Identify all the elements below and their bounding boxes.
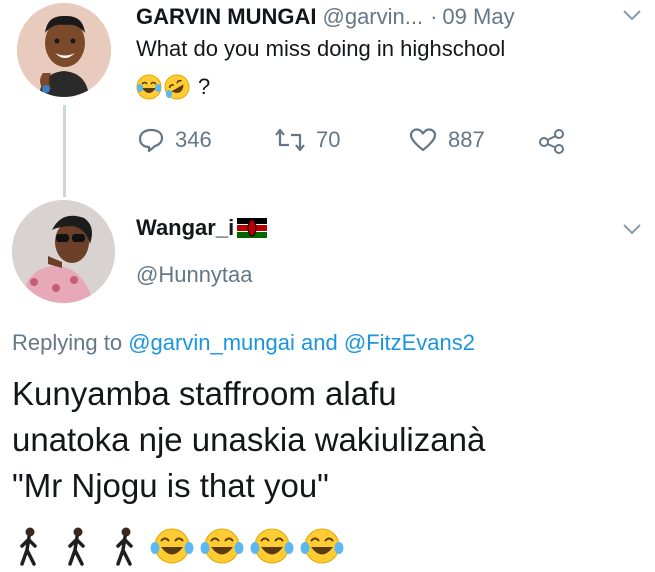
reply-header: Wangar_i bbox=[136, 215, 268, 241]
thread-connector-line bbox=[63, 105, 66, 197]
person-walking-icon bbox=[68, 527, 85, 566]
tweet-text: What do you miss doing in highschool bbox=[136, 36, 506, 61]
retweet-icon bbox=[275, 128, 305, 152]
face-with-tears-of-joy-icon bbox=[136, 74, 162, 100]
person-walking-icon bbox=[20, 527, 37, 566]
heart-icon bbox=[409, 128, 437, 152]
profile-photo-icon bbox=[12, 200, 115, 303]
face-with-tears-of-joy-icon bbox=[200, 528, 244, 564]
tweet-author-handle[interactable]: @garvin... bbox=[323, 4, 424, 30]
face-with-tears-of-joy-icon bbox=[300, 528, 344, 564]
like-count: 887 bbox=[448, 127, 485, 152]
mention-link-fitzevans[interactable]: @FitzEvans2 bbox=[344, 330, 475, 355]
reply-text-line-1: Kunyamba staffroom alafu bbox=[12, 375, 397, 412]
retweet-count: 70 bbox=[316, 127, 341, 152]
mention-link-garvin[interactable]: @garvin_mungai bbox=[128, 330, 295, 355]
reply-count: 346 bbox=[175, 127, 212, 152]
reply-menu-chevron-down-icon[interactable] bbox=[621, 222, 643, 236]
tweet-date[interactable]: 09 May bbox=[442, 4, 514, 30]
avatar-wangari[interactable] bbox=[12, 200, 115, 303]
tweet-separator: · bbox=[430, 4, 438, 29]
tweet-menu-chevron-down-icon[interactable] bbox=[621, 8, 643, 22]
tweet-text-emoji-line: ? bbox=[136, 74, 210, 100]
tweet-header: GARVIN MUNGAI @garvin... · 09 May bbox=[136, 2, 515, 32]
reply-text-line-3: "Mr Njogu is that you" bbox=[12, 467, 329, 504]
like-action[interactable]: 887 bbox=[408, 127, 485, 153]
cartoon-portrait-icon bbox=[17, 3, 111, 97]
tweet-text-question-mark: ? bbox=[198, 74, 211, 99]
reply-emoji-row bbox=[12, 526, 344, 566]
avatar-garvin[interactable] bbox=[17, 3, 111, 97]
reply-action[interactable]: 346 bbox=[137, 127, 212, 153]
reply-author-name[interactable]: Wangar_i bbox=[136, 215, 234, 241]
share-icon[interactable] bbox=[537, 128, 569, 154]
replying-to-line: Replying to @garvin_mungai and @FitzEvan… bbox=[12, 330, 475, 356]
person-walking-icon bbox=[116, 527, 133, 566]
rolling-on-floor-laughing-icon bbox=[164, 74, 190, 100]
replying-to-prefix: Replying to bbox=[12, 330, 123, 355]
reply-author-handle[interactable]: @Hunnytaa bbox=[136, 262, 253, 288]
retweet-action[interactable]: 70 bbox=[274, 127, 340, 153]
reply-icon bbox=[138, 128, 164, 153]
kenya-flag-icon bbox=[237, 218, 268, 238]
tweet-author-name[interactable]: GARVIN MUNGAI bbox=[136, 4, 317, 30]
replying-and: and bbox=[300, 330, 338, 355]
face-with-tears-of-joy-icon bbox=[150, 528, 194, 564]
face-with-tears-of-joy-icon bbox=[250, 528, 294, 564]
reply-text-line-2: unatoka nje unaskia wakiulizanà bbox=[12, 421, 486, 458]
reply-text: Kunyamba staffroom alafu unatoka nje una… bbox=[12, 371, 485, 509]
